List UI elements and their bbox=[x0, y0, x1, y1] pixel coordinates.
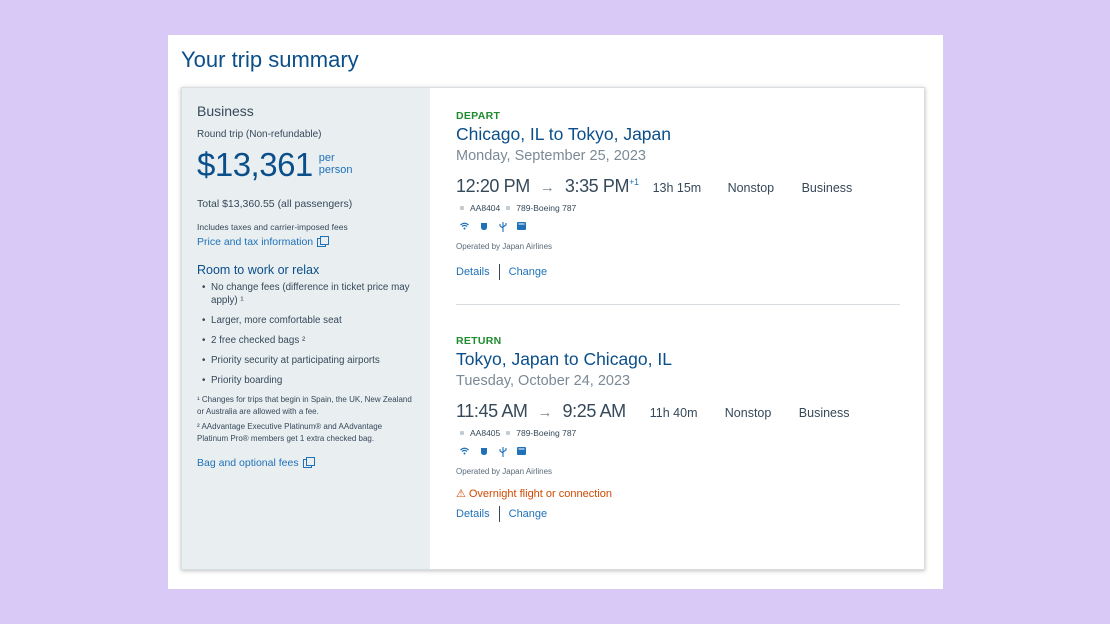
price-tax-info-link[interactable]: Price and tax information bbox=[197, 235, 330, 248]
arrow-right-icon: → bbox=[539, 179, 555, 196]
return-stops: Nonstop bbox=[724, 406, 772, 420]
fare-summary-sidebar: Business Round trip (Non-refundable) $13… bbox=[182, 88, 430, 569]
bullet-icon bbox=[460, 431, 464, 435]
divider bbox=[498, 264, 500, 280]
footnote-changes: ¹ Changes for trips that begin in Spain,… bbox=[197, 395, 412, 416]
return-details-link[interactable]: Details bbox=[456, 508, 490, 520]
return-times: 11:45 AM → 9:25 AM 11h 40m Nonstop Busin… bbox=[456, 401, 924, 422]
bullet-icon bbox=[460, 206, 464, 210]
depart-aircraft: 789-Boeing 787 bbox=[516, 203, 577, 213]
usb-icon bbox=[498, 447, 507, 459]
return-segment: RETURN Tokyo, Japan to Chicago, IL Tuesd… bbox=[456, 335, 924, 522]
page-title: Your trip summary bbox=[181, 47, 359, 72]
bag-fees-label: Bag and optional fees bbox=[197, 457, 299, 469]
return-amenities bbox=[456, 447, 924, 459]
depart-flight-info: AA8404 789-Boeing 787 bbox=[456, 203, 924, 213]
benefits-title: Room to work or relax bbox=[197, 263, 320, 277]
cabin-class: Business bbox=[197, 103, 254, 119]
benefit-item: Larger, more comfortable seat bbox=[197, 314, 415, 327]
trip-summary-panel: Your trip summary Business Round trip (N… bbox=[168, 35, 943, 589]
return-aircraft: 789-Boeing 787 bbox=[516, 428, 577, 438]
bag-fees-link[interactable]: Bag and optional fees bbox=[197, 456, 315, 469]
return-operated-by: Operated by Japan Airlines bbox=[456, 467, 553, 476]
per-label-line2: person bbox=[318, 164, 353, 176]
flight-details: DEPART Chicago, IL to Tokyo, Japan Monda… bbox=[430, 88, 924, 569]
benefit-item: Priority boarding bbox=[197, 374, 415, 387]
day-offset-badge: +1 bbox=[629, 177, 639, 187]
benefit-item: Priority security at participating airpo… bbox=[197, 354, 415, 367]
wifi-icon bbox=[460, 222, 469, 234]
trip-type: Round trip (Non-refundable) bbox=[197, 129, 322, 140]
benefit-item: 2 free checked bags ² bbox=[197, 334, 415, 347]
depart-actions: Details Change bbox=[456, 264, 924, 280]
price-row: $13,361 per person bbox=[197, 146, 415, 184]
price-per-person: $13,361 bbox=[197, 146, 313, 183]
depart-segment: DEPART Chicago, IL to Tokyo, Japan Monda… bbox=[456, 110, 924, 280]
divider bbox=[498, 506, 500, 522]
overnight-warning: ⚠ Overnight flight or connection bbox=[456, 487, 924, 501]
benefits-list: No change fees (difference in ticket pri… bbox=[197, 281, 415, 387]
power-icon bbox=[479, 447, 488, 459]
return-actions: Details Change bbox=[456, 506, 924, 522]
depart-label: DEPART bbox=[456, 110, 501, 122]
warning-icon: ⚠ bbox=[456, 488, 466, 500]
return-label: RETURN bbox=[456, 335, 502, 347]
depart-change-link[interactable]: Change bbox=[509, 266, 548, 278]
return-arrival-time: 9:25 AM bbox=[562, 401, 627, 421]
power-icon bbox=[479, 222, 488, 234]
return-flight-info: AA8405 789-Boeing 787 bbox=[456, 428, 924, 438]
return-date: Tuesday, October 24, 2023 bbox=[456, 373, 631, 389]
depart-cabin: Business bbox=[801, 181, 853, 195]
depart-route: Chicago, IL to Tokyo, Japan bbox=[456, 124, 671, 144]
depart-stops: Nonstop bbox=[727, 181, 775, 195]
external-link-icon bbox=[317, 235, 330, 247]
return-change-link[interactable]: Change bbox=[509, 508, 548, 520]
return-cabin: Business bbox=[798, 406, 850, 420]
wifi-icon bbox=[460, 447, 469, 459]
depart-arrival-time: 3:35 PM+1 bbox=[565, 176, 639, 197]
depart-flight-number: AA8404 bbox=[470, 203, 501, 213]
depart-date: Monday, September 25, 2023 bbox=[456, 148, 646, 164]
depart-times: 12:20 PM → 3:35 PM+1 13h 15m Nonstop Bus… bbox=[456, 176, 924, 197]
fees-note: Includes taxes and carrier-imposed fees bbox=[197, 222, 348, 232]
trip-card: Business Round trip (Non-refundable) $13… bbox=[181, 87, 925, 570]
return-departure-time: 11:45 AM bbox=[456, 401, 528, 421]
bullet-icon bbox=[506, 431, 511, 435]
return-duration: 11h 40m bbox=[649, 406, 698, 420]
benefit-item: No change fees (difference in ticket pri… bbox=[197, 281, 415, 307]
entertainment-icon bbox=[517, 447, 526, 459]
price-tax-info-label: Price and tax information bbox=[197, 236, 314, 248]
overnight-warning-text: Overnight flight or connection bbox=[468, 487, 612, 500]
depart-departure-time: 12:20 PM bbox=[456, 176, 530, 196]
bullet-icon bbox=[506, 206, 511, 210]
return-route: Tokyo, Japan to Chicago, IL bbox=[456, 349, 672, 369]
per-person-label: per person bbox=[319, 152, 353, 176]
depart-duration: 13h 15m bbox=[652, 181, 702, 195]
segment-divider bbox=[456, 304, 900, 305]
return-flight-number: AA8405 bbox=[470, 428, 501, 438]
per-label-line1: per bbox=[318, 152, 335, 164]
arrow-right-icon: → bbox=[537, 404, 553, 421]
external-link-icon bbox=[302, 456, 315, 468]
depart-arrival-time-value: 3:35 PM bbox=[564, 176, 630, 196]
depart-operated-by: Operated by Japan Airlines bbox=[456, 242, 553, 251]
usb-icon bbox=[498, 222, 507, 234]
depart-details-link[interactable]: Details bbox=[456, 266, 490, 278]
total-price: Total $13,360.55 (all passengers) bbox=[197, 198, 353, 210]
depart-amenities bbox=[456, 222, 924, 234]
footnote-bags: ² AAdvantage Executive Platinum® and AAd… bbox=[197, 422, 383, 443]
entertainment-icon bbox=[517, 222, 526, 234]
